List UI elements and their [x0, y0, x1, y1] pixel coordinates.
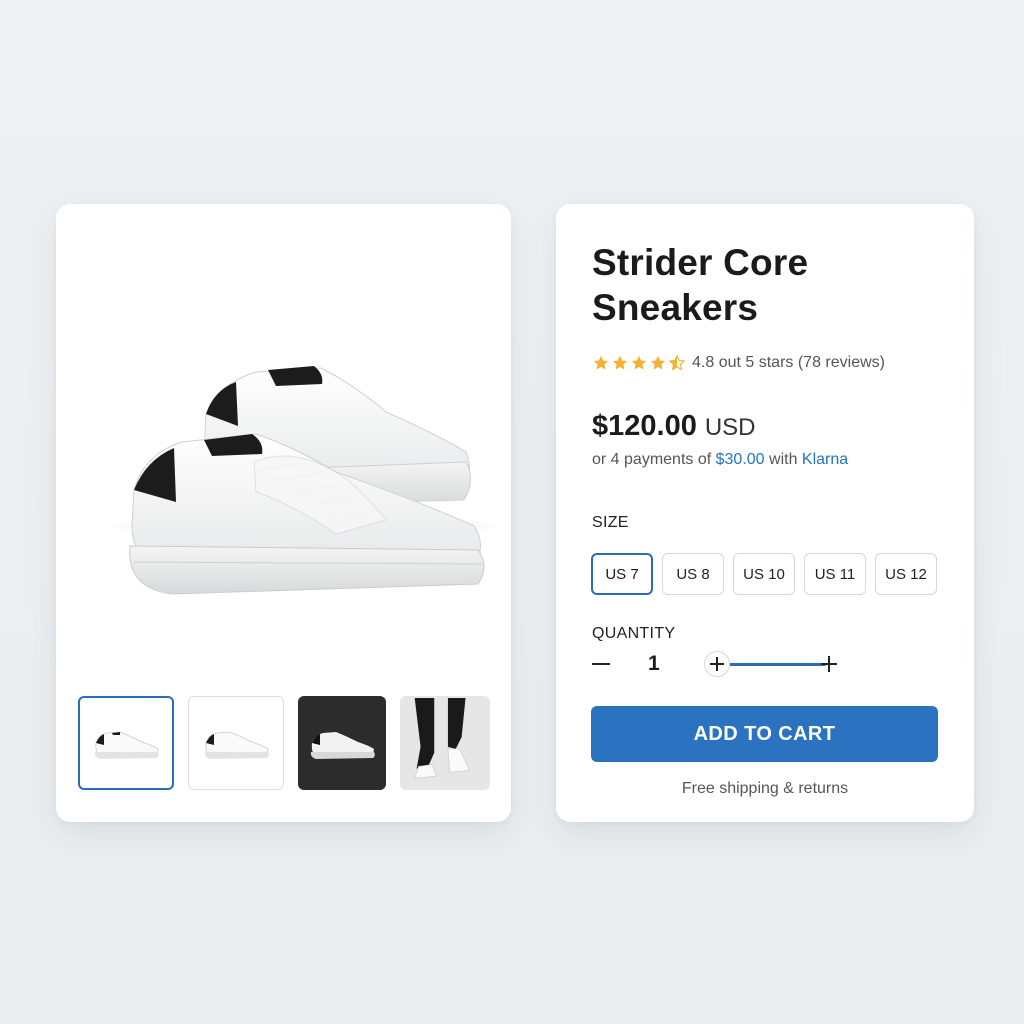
star-full-icon — [650, 355, 666, 370]
quantity-decrease-button[interactable] — [590, 650, 612, 678]
quantity-label: QUANTITY — [592, 625, 676, 642]
quantity-value: 1 — [648, 652, 660, 675]
white-sneaker-thumbnail-icon — [204, 731, 269, 759]
white-sneaker-thumbnail-icon — [94, 731, 159, 759]
product-gallery-card — [56, 204, 511, 822]
add-to-cart-button[interactable]: ADD TO CART — [591, 706, 938, 762]
product-title: Strider Core Sneakers — [592, 242, 809, 328]
product-details-card: Strider Core Sneakers 4.8 out 5 stars (7… — [556, 204, 974, 822]
star-full-icon — [593, 355, 609, 370]
price-amount: $120.00 — [592, 410, 697, 442]
thumbnail-1[interactable] — [78, 696, 174, 790]
sneaker-on-feet-thumbnail-icon — [414, 698, 471, 779]
star-half-icon — [668, 354, 686, 371]
size-selector: US 7 US 8 US 10 US 11 US 12 — [591, 553, 937, 595]
price-currency: USD — [704, 414, 756, 441]
plus-icon — [821, 656, 837, 672]
installment-info: or 4 payments of $30.00 with Klarna — [592, 451, 848, 469]
shipping-note: Free shipping & returns — [681, 780, 849, 797]
product-rating[interactable]: 4.8 out 5 stars (78 reviews) — [592, 354, 885, 372]
installment-prefix: or 4 payments of — [592, 451, 716, 468]
thumbnail-3[interactable] — [298, 696, 386, 790]
thumbnail-strip — [78, 696, 490, 790]
quantity-slider[interactable] — [704, 650, 874, 678]
klarna-link[interactable]: Klarna — [802, 451, 848, 468]
size-option-us-7[interactable]: US 7 — [591, 553, 653, 595]
slider-track — [718, 663, 826, 666]
price-block: $120.00 USD — [592, 410, 756, 443]
thumbnail-4[interactable] — [400, 696, 490, 790]
installment-middle: with — [764, 451, 802, 468]
star-full-icon — [631, 355, 647, 370]
quantity-stepper: 1 — [590, 650, 850, 678]
size-option-us-10[interactable]: US 10 — [733, 553, 795, 595]
installment-amount-link[interactable]: $30.00 — [716, 451, 765, 468]
size-option-us-11[interactable]: US 11 — [804, 553, 866, 595]
size-option-us-8[interactable]: US 8 — [662, 553, 724, 595]
size-label: SIZE — [592, 514, 629, 531]
quantity-increase-button[interactable] — [818, 650, 840, 678]
size-option-us-12[interactable]: US 12 — [875, 553, 937, 595]
white-sneaker-dark-background-thumbnail-icon — [310, 732, 375, 759]
rating-text: 4.8 out 5 stars (78 reviews) — [692, 354, 885, 371]
slider-thumb[interactable] — [704, 651, 730, 677]
thumbnail-2[interactable] — [188, 696, 284, 790]
star-full-icon — [612, 355, 628, 370]
star-rating — [592, 354, 686, 372]
plus-icon — [710, 657, 724, 671]
